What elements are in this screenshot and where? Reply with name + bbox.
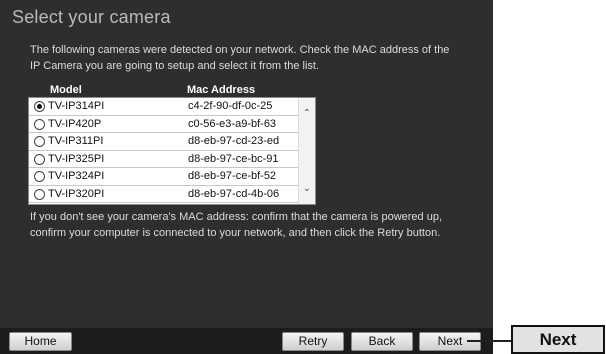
mac-address-cell: d8-eb-97-cd-23-ed xyxy=(188,135,280,147)
camera-model-cell: TV-IP311PI xyxy=(48,135,104,147)
mac-address-cell: c4-2f-90-df-0c-25 xyxy=(188,100,273,112)
button-bar: Home Retry Back Next xyxy=(0,328,493,354)
camera-model-cell: TV-IP420P xyxy=(48,117,102,130)
chevron-up-icon[interactable]: ⌃ xyxy=(299,108,315,119)
mac-address-cell: d8-eb-97-ce-bc-91 xyxy=(188,152,279,165)
radio-button[interactable] xyxy=(34,171,45,182)
intro-text: The following cameras were detected on y… xyxy=(30,44,450,72)
camera-list-row[interactable]: TV-IP324PI d8-eb-97-ce-bf-52 xyxy=(29,168,299,186)
radio-button[interactable] xyxy=(34,101,45,112)
help-text: If you don't see your camera's MAC addre… xyxy=(30,211,443,239)
radio-button[interactable] xyxy=(34,118,45,130)
camera-list-row[interactable]: TV-IP320PI d8-eb-97-cd-4b-06 xyxy=(29,186,299,203)
camera-model-cell: TV-IP314PI xyxy=(48,100,105,112)
camera-model-cell: TV-IP325PI xyxy=(48,152,105,165)
mac-address-cell: c0-56-e3-a9-bf-63 xyxy=(188,117,277,130)
retry-button[interactable]: Retry xyxy=(282,332,344,351)
callout-pointer-line xyxy=(467,340,513,342)
list-scrollbar[interactable]: ⌃ ⌄ xyxy=(298,98,315,204)
column-header-mac-address: Mac Address xyxy=(187,84,256,96)
camera-list-row[interactable]: TV-IP420P c0-56-e3-a9-bf-63 xyxy=(29,116,299,133)
camera-list-row[interactable]: TV-IP314PI c4-2f-90-df-0c-25 xyxy=(29,98,299,116)
camera-list-row[interactable]: TV-IP325PI d8-eb-97-ce-bc-91 xyxy=(29,151,299,168)
camera-setup-wizard: Select your camera The following cameras… xyxy=(0,0,493,354)
camera-list-row[interactable]: TV-IP311PI d8-eb-97-cd-23-ed xyxy=(29,133,299,151)
radio-button[interactable] xyxy=(34,136,45,147)
chevron-down-icon[interactable]: ⌄ xyxy=(299,183,315,194)
page-title: Select your camera xyxy=(12,7,171,27)
mac-address-cell: d8-eb-97-cd-4b-06 xyxy=(188,187,280,200)
camera-list[interactable]: TV-IP314PI c4-2f-90-df-0c-25 TV-IP420P c0-5… xyxy=(28,97,316,205)
back-button[interactable]: Back xyxy=(351,332,413,351)
table-header: Model Mac Address xyxy=(28,83,316,97)
camera-model-cell: TV-IP320PI xyxy=(48,187,105,200)
camera-model-cell: TV-IP324PI xyxy=(48,170,105,182)
radio-button[interactable] xyxy=(34,188,45,200)
column-header-model: Model xyxy=(50,84,82,96)
callout-label: Next xyxy=(511,325,605,354)
camera-list-rows: TV-IP314PI c4-2f-90-df-0c-25 TV-IP420P c0-5… xyxy=(29,98,299,203)
home-button[interactable]: Home xyxy=(9,332,72,351)
radio-button[interactable] xyxy=(34,153,45,165)
mac-address-cell: d8-eb-97-ce-bf-52 xyxy=(188,170,277,182)
